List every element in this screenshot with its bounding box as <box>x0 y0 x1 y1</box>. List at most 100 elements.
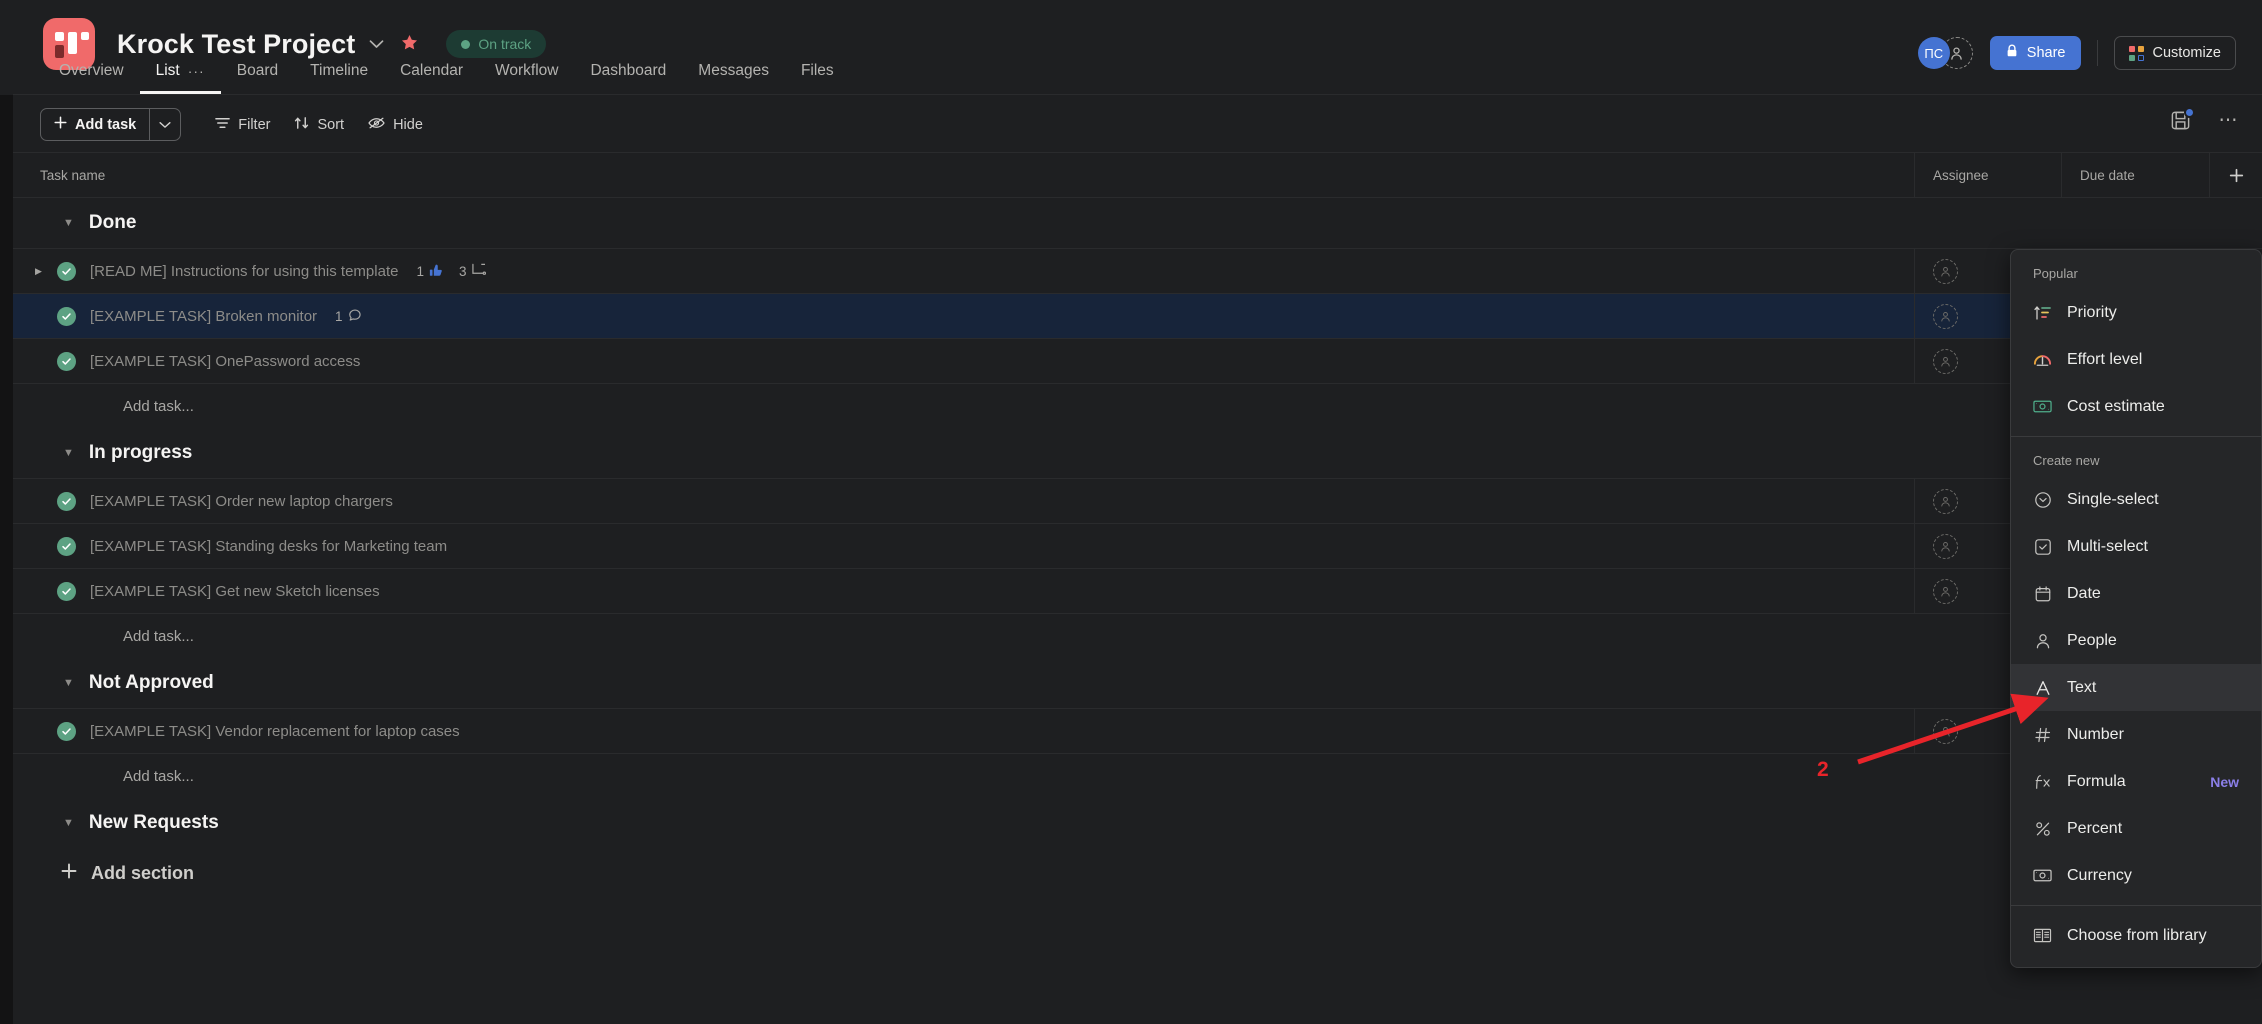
table-row[interactable]: ▶ [EXAMPLE TASK] Get new Sketch licenses <box>13 568 2262 613</box>
assignee-placeholder-icon[interactable] <box>1933 348 1958 374</box>
task-complete-icon[interactable] <box>57 581 76 601</box>
task-name-cell[interactable]: ▶ [EXAMPLE TASK] OnePassword access <box>13 339 1914 383</box>
add-task-inline-not-approved[interactable]: Add task... <box>13 753 2262 798</box>
task-title[interactable]: [READ ME] Instructions for using this te… <box>90 263 398 280</box>
likes-count-group[interactable]: 1 <box>416 263 443 280</box>
assignee-placeholder-icon[interactable] <box>1933 578 1958 604</box>
task-title[interactable]: [EXAMPLE TASK] OnePassword access <box>90 353 360 370</box>
add-task-inline-done[interactable]: Add task... <box>13 383 2262 428</box>
table-row[interactable]: ▶ [EXAMPLE TASK] Broken monitor 1 <box>13 293 2262 338</box>
dropdown-item-people[interactable]: People <box>2011 617 2261 664</box>
caret-down-icon[interactable]: ▼ <box>63 217 74 229</box>
filter-label: Filter <box>238 116 271 133</box>
tab-files[interactable]: Files <box>785 62 850 94</box>
tab-dashboard[interactable]: Dashboard <box>574 62 682 94</box>
table-row[interactable]: ▶ [READ ME] Instructions for using this … <box>13 248 2262 293</box>
task-name-cell[interactable]: ▶ [EXAMPLE TASK] Order new laptop charge… <box>13 479 1914 523</box>
dropdown-item-priority[interactable]: Priority <box>2011 289 2261 336</box>
assignee-placeholder-icon[interactable] <box>1933 533 1958 559</box>
expand-subtasks-icon: ▶ <box>35 496 57 507</box>
section-header-done[interactable]: ▼ Done <box>13 198 2262 248</box>
assignee-placeholder-icon[interactable] <box>1933 258 1958 284</box>
column-header-due-date[interactable]: Due date <box>2061 153 2209 197</box>
sort-button[interactable]: Sort <box>282 108 356 141</box>
dropdown-item-formula[interactable]: Formula New <box>2011 758 2261 805</box>
expand-subtasks-icon[interactable]: ▶ <box>35 266 57 277</box>
task-title[interactable]: [EXAMPLE TASK] Vendor replacement for la… <box>90 723 460 740</box>
task-title[interactable]: [EXAMPLE TASK] Get new Sketch licenses <box>90 583 380 600</box>
task-complete-icon[interactable] <box>57 261 76 281</box>
task-complete-icon[interactable] <box>57 491 76 511</box>
add-task-group: Add task <box>40 108 182 141</box>
dropdown-item-text[interactable]: Text <box>2011 664 2261 711</box>
column-header-task-name[interactable]: Task name <box>13 153 1914 197</box>
customize-button[interactable]: Customize <box>2113 36 2236 70</box>
caret-down-icon[interactable]: ▼ <box>63 677 74 689</box>
tab-messages[interactable]: Messages <box>682 62 785 94</box>
comment-count-group[interactable]: 1 <box>335 308 362 325</box>
tab-workflow[interactable]: Workflow <box>479 62 574 94</box>
task-title[interactable]: [EXAMPLE TASK] Order new laptop chargers <box>90 493 393 510</box>
ellipsis-horizontal-icon[interactable]: ⋯ <box>2219 109 2241 132</box>
dropdown-item-effort-level[interactable]: Effort level <box>2011 336 2261 383</box>
caret-down-icon[interactable]: ▼ <box>63 817 74 829</box>
share-button[interactable]: Share <box>1989 36 2081 70</box>
filter-button[interactable]: Filter <box>203 108 282 141</box>
dropdown-item-currency[interactable]: Currency <box>2011 852 2261 899</box>
tab-list[interactable]: List ··· <box>139 62 221 94</box>
gauge-icon <box>2033 352 2052 368</box>
add-task-button[interactable]: Add task <box>41 109 149 140</box>
tab-label: Overview <box>59 62 124 79</box>
add-column-button[interactable] <box>2209 153 2262 197</box>
table-row[interactable]: ▶ [EXAMPLE TASK] Vendor replacement for … <box>13 708 2262 753</box>
add-task-dropdown-icon[interactable] <box>149 109 180 140</box>
assignee-placeholder-icon[interactable] <box>1933 718 1958 744</box>
save-disk-icon[interactable] <box>2170 107 2195 131</box>
tab-board[interactable]: Board <box>221 62 294 94</box>
tab-overview[interactable]: Overview <box>43 62 140 94</box>
section-header-in-progress[interactable]: ▼ In progress <box>13 428 2262 478</box>
hide-button[interactable]: Hide <box>356 108 435 141</box>
tab-more-icon[interactable]: ··· <box>188 63 205 79</box>
task-name-cell[interactable]: ▶ [EXAMPLE TASK] Vendor replacement for … <box>13 709 1914 753</box>
avatar[interactable]: ПС <box>1917 37 1950 69</box>
add-task-inline-in-progress[interactable]: Add task... <box>13 613 2262 658</box>
task-complete-icon[interactable] <box>57 536 76 556</box>
table-row[interactable]: ▶ [EXAMPLE TASK] Order new laptop charge… <box>13 478 2262 523</box>
assignee-placeholder-icon[interactable] <box>1933 303 1958 329</box>
likes-count: 1 <box>416 263 424 279</box>
table-row[interactable]: ▶ [EXAMPLE TASK] OnePassword access <box>13 338 2262 383</box>
annotation-step-number: 2 <box>1817 758 1829 781</box>
sort-label: Sort <box>317 116 345 133</box>
dropdown-item-number[interactable]: Number <box>2011 711 2261 758</box>
subtask-count-group[interactable]: 3 <box>459 263 487 279</box>
dropdown-item-multi-select[interactable]: Multi-select <box>2011 523 2261 570</box>
task-complete-icon[interactable] <box>57 351 76 371</box>
tab-label: List <box>155 62 180 79</box>
dropdown-item-percent[interactable]: Percent <box>2011 805 2261 852</box>
task-name-cell[interactable]: ▶ [READ ME] Instructions for using this … <box>13 249 1914 293</box>
task-name-cell[interactable]: ▶ [EXAMPLE TASK] Broken monitor 1 <box>13 294 1914 338</box>
eye-slash-icon <box>368 116 385 134</box>
task-title[interactable]: [EXAMPLE TASK] Broken monitor <box>90 308 317 325</box>
chevron-down-icon[interactable] <box>369 38 384 51</box>
column-header-assignee[interactable]: Assignee <box>1914 153 2061 197</box>
dropdown-item-choose-from-library[interactable]: Choose from library <box>2011 912 2261 959</box>
assignee-placeholder-icon[interactable] <box>1933 488 1958 514</box>
task-title[interactable]: [EXAMPLE TASK] Standing desks for Market… <box>90 538 447 555</box>
dropdown-item-cost-estimate[interactable]: Cost estimate <box>2011 383 2261 430</box>
tab-timeline[interactable]: Timeline <box>294 62 384 94</box>
add-section-button[interactable]: Add section <box>13 848 2262 898</box>
task-complete-icon[interactable] <box>57 306 76 326</box>
caret-down-icon[interactable]: ▼ <box>63 447 74 459</box>
table-row[interactable]: ▶ [EXAMPLE TASK] Standing desks for Mark… <box>13 523 2262 568</box>
section-header-new-requests[interactable]: ▼ New Requests <box>13 798 2262 848</box>
task-name-cell[interactable]: ▶ [EXAMPLE TASK] Standing desks for Mark… <box>13 524 1914 568</box>
new-badge: New <box>2210 773 2239 790</box>
dropdown-item-single-select[interactable]: Single-select <box>2011 476 2261 523</box>
task-name-cell[interactable]: ▶ [EXAMPLE TASK] Get new Sketch licenses <box>13 569 1914 613</box>
task-complete-icon[interactable] <box>57 721 76 741</box>
dropdown-item-date[interactable]: Date <box>2011 570 2261 617</box>
tab-calendar[interactable]: Calendar <box>384 62 479 94</box>
section-header-not-approved[interactable]: ▼ Not Approved <box>13 658 2262 708</box>
